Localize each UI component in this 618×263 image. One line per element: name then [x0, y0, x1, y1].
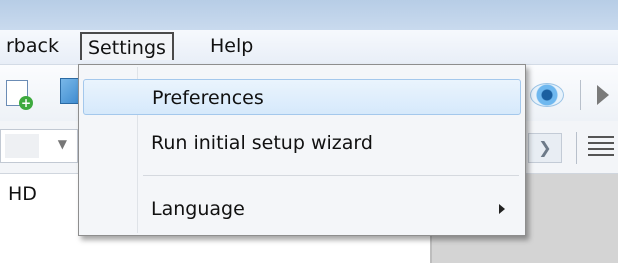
menu-item-label: Language — [151, 198, 245, 220]
menu-item-language[interactable]: Language — [83, 191, 521, 227]
new-document-icon[interactable]: + — [6, 80, 33, 110]
menu-item-preferences[interactable]: Preferences — [83, 79, 521, 115]
menu-settings[interactable]: Settings — [80, 32, 174, 60]
title-bar — [0, 0, 618, 30]
dropdown-arrow-icon[interactable]: ❯ — [528, 133, 562, 163]
menu-separator — [143, 175, 519, 176]
menu-item-setup-wizard[interactable]: Run initial setup wizard — [83, 125, 521, 161]
image-icon[interactable] — [60, 78, 80, 104]
toolbar-separator — [580, 80, 581, 110]
menu-bar: rback Settings Help — [0, 30, 618, 65]
chevron-down-icon: ▼ — [57, 137, 67, 151]
align-icon[interactable] — [588, 136, 614, 160]
submenu-arrow-icon — [499, 204, 505, 214]
menu-playback[interactable]: rback — [0, 32, 65, 60]
menu-item-label: Run initial setup wizard — [151, 132, 373, 154]
toolbar-separator — [576, 132, 577, 164]
combo-box[interactable]: ▼ — [0, 129, 78, 163]
combo-box-field — [5, 134, 39, 158]
menu-item-label: Preferences — [152, 87, 264, 109]
eye-icon[interactable] — [530, 83, 564, 107]
play-icon[interactable] — [597, 85, 609, 105]
settings-dropdown-menu: Preferences Run initial setup wizard Lan… — [78, 64, 526, 236]
menu-help[interactable]: Help — [204, 32, 259, 60]
content-text: HD — [8, 183, 37, 205]
